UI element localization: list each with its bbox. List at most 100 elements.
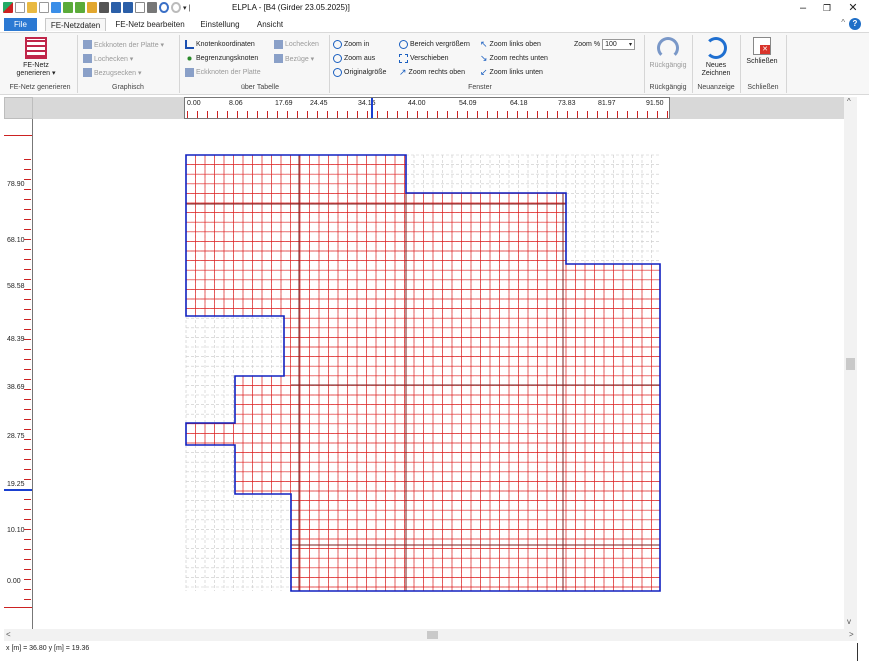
- export-icon[interactable]: [75, 2, 85, 13]
- label-bezugsecken: Bezugsecken ▾: [94, 69, 142, 77]
- drawing-canvas[interactable]: [33, 119, 844, 629]
- save-icon[interactable]: [111, 2, 121, 13]
- ruler-tick: [387, 111, 388, 118]
- ruler-tick: [587, 111, 588, 118]
- fe-mesh: [186, 155, 660, 591]
- zoom-rechts-oben-button[interactable]: ↗ Zoom rechts oben: [399, 67, 465, 78]
- schliessen-button[interactable]: ✕ Schließen: [743, 37, 781, 66]
- scroll-down-icon[interactable]: v: [847, 617, 851, 626]
- eckknoten-der-platte-graphisch[interactable]: Eckknoten der Platte ▾: [83, 39, 164, 50]
- ruler-tick: [217, 111, 218, 118]
- arrow-up-right-icon: ↗: [399, 67, 407, 77]
- collapse-ribbon-icon[interactable]: ^: [841, 18, 845, 27]
- close-button[interactable]: ✕: [846, 2, 860, 14]
- help-icon[interactable]: ?: [849, 18, 861, 30]
- undo-icon[interactable]: [159, 2, 169, 13]
- ruler-tick: [24, 359, 31, 360]
- node-coordinates-icon: [185, 40, 194, 49]
- ruler-tick: [24, 529, 31, 530]
- ruler-tick: [24, 289, 31, 290]
- label-schliessen: Schließen: [746, 58, 778, 65]
- zoom-aus-button[interactable]: Zoom aus: [333, 53, 375, 64]
- scroll-up-icon[interactable]: ^: [847, 97, 851, 106]
- scroll-left-icon[interactable]: <: [6, 630, 11, 639]
- tab-ansicht[interactable]: Ansicht: [253, 18, 287, 31]
- load-icon[interactable]: [63, 2, 73, 13]
- redo-icon[interactable]: [171, 2, 181, 13]
- ruler-tick: [24, 539, 31, 540]
- ruler-tick: [667, 111, 668, 118]
- tab-fe-netz-bearbeiten[interactable]: FE-Netz bearbeiten: [112, 18, 188, 31]
- import-icon[interactable]: [87, 2, 97, 13]
- verschieben-button[interactable]: Verschieben: [399, 53, 449, 64]
- minimize-button[interactable]: –: [796, 2, 810, 14]
- horizontal-scroll-thumb[interactable]: [427, 631, 438, 639]
- group-separator: [329, 35, 330, 93]
- wizard-icon[interactable]: [51, 2, 61, 13]
- group-separator: [786, 35, 787, 93]
- bereich-vergroessern-button[interactable]: Bereich vergrößern: [399, 39, 470, 50]
- ruler-tick: [627, 111, 628, 118]
- ruler-x-label: 73.83: [558, 100, 576, 107]
- zoom-rechts-unten-button[interactable]: ↘ Zoom rechts unten: [480, 53, 548, 64]
- ruler-tick: [24, 249, 31, 250]
- knotenkoordinaten-button[interactable]: Knotenkoordinaten: [185, 39, 255, 50]
- lochecken-tabelle-button[interactable]: Lochecken: [274, 39, 319, 50]
- qat-customize-icon[interactable]: ▾ |: [183, 4, 190, 12]
- ruler-x-label: 81.97: [598, 100, 616, 107]
- new-file-icon[interactable]: [15, 2, 25, 13]
- arrow-up-left-icon: ↖: [480, 39, 488, 49]
- mesh-generate-icon: [25, 37, 47, 59]
- ruler-tick: [24, 259, 31, 260]
- group-separator: [77, 35, 78, 93]
- fe-netz-generieren-button[interactable]: FE-Netz generieren ▾: [12, 37, 60, 78]
- neues-zeichnen-button[interactable]: Neues Zeichnen: [697, 37, 735, 78]
- zoom-in-button[interactable]: Zoom in: [333, 39, 369, 50]
- print-preview-icon[interactable]: [135, 2, 145, 13]
- zoom-percent-select[interactable]: 100 ▾: [602, 39, 636, 50]
- zoom-percent-label: Zoom %: [574, 41, 601, 48]
- vertical-scroll-thumb[interactable]: [846, 358, 855, 370]
- ruler-cursor-marker: [371, 98, 373, 118]
- vertical-scrollbar[interactable]: ^ v: [844, 97, 857, 629]
- ruler-tick: [197, 111, 198, 118]
- begrenzungsknoten-button[interactable]: Begrenzungsknoten: [185, 53, 258, 64]
- ruler-y-label: 48.39: [7, 336, 25, 343]
- cursor-coordinates: x [m] = 36.80 y [m] = 19.36: [6, 645, 90, 652]
- horizontal-scrollbar[interactable]: < >: [4, 629, 857, 641]
- lochecken-graphisch[interactable]: Lochecken ▾: [83, 53, 133, 64]
- label-lochecken-tabelle: Lochecken: [285, 41, 319, 48]
- open-folder-icon[interactable]: [27, 2, 37, 13]
- tab-einstellung[interactable]: Einstellung: [197, 18, 243, 31]
- ruler-corner: [4, 97, 33, 119]
- ruler-tick: [237, 111, 238, 118]
- tab-fe-netzdaten[interactable]: FE-Netzdaten: [45, 18, 106, 31]
- scroll-right-icon[interactable]: >: [849, 630, 854, 639]
- arrow-down-left-icon: ↙: [480, 67, 488, 77]
- ruler-tick: [247, 111, 248, 118]
- copy-icon[interactable]: [99, 2, 109, 13]
- print-icon[interactable]: [147, 2, 157, 13]
- ruler-x-label: 54.09: [459, 100, 477, 107]
- group-label-schliessen: Schließen: [747, 84, 779, 91]
- tab-file[interactable]: File: [4, 18, 37, 31]
- label-begrenzungsknoten: Begrenzungsknoten: [196, 55, 259, 62]
- zoom-links-oben-button[interactable]: ↖ Zoom links oben: [480, 39, 541, 50]
- ruler-tick: [24, 269, 31, 270]
- bezuege-button[interactable]: Bezüge ▾: [274, 53, 314, 64]
- save-as-icon[interactable]: [123, 2, 133, 13]
- ruler-tick: [307, 111, 308, 118]
- group-label-neuanzeige: Neuanzeige: [697, 84, 735, 91]
- new-project-icon[interactable]: [39, 2, 49, 13]
- bezugsecken-graphisch[interactable]: Bezugsecken ▾: [83, 67, 142, 78]
- ruler-tick: [24, 449, 31, 450]
- restore-button[interactable]: ❐: [820, 2, 834, 14]
- zoom-links-unten-button[interactable]: ↙ Zoom links unten: [480, 67, 543, 78]
- rueckgaengig-button[interactable]: Rückgängig: [647, 37, 689, 70]
- ruler-y-label: 68.10: [7, 237, 25, 244]
- ruler-tick: [24, 209, 31, 210]
- ruler-y-label: 0.00: [7, 578, 21, 585]
- originalgroesse-button[interactable]: Originalgröße: [333, 67, 386, 78]
- status-divider: [857, 643, 858, 661]
- eckknoten-tabelle-button[interactable]: Eckknoten der Platte: [185, 67, 261, 78]
